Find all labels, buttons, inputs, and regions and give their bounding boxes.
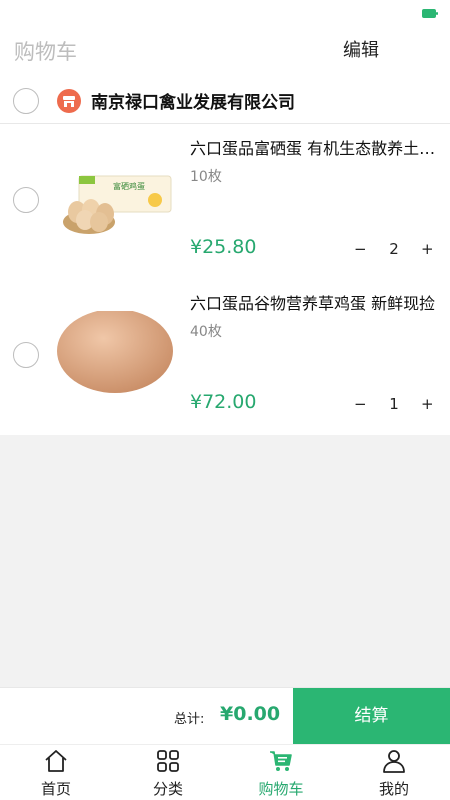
cart-item: 富硒鸡蛋 六口蛋品富硒蛋 有机生态散养土鸡蛋 10枚 ¥25.80 − 2 + <box>0 124 450 280</box>
tab-category[interactable]: 分类 <box>112 745 224 800</box>
store-icon <box>57 89 81 113</box>
item-select-radio[interactable] <box>13 342 39 368</box>
tab-label: 首页 <box>40 780 71 798</box>
decrease-button[interactable]: − <box>354 240 367 258</box>
edit-button[interactable]: 编辑 <box>343 36 379 62</box>
category-icon <box>157 750 179 772</box>
tab-mine[interactable]: 我的 <box>338 745 450 800</box>
increase-button[interactable]: + <box>421 395 434 413</box>
egg-box-image: 富硒鸡蛋 <box>55 156 175 246</box>
tab-label: 我的 <box>378 780 409 798</box>
item-price: ¥25.80 <box>190 236 257 258</box>
quantity-value: 1 <box>389 395 399 413</box>
store-select-radio[interactable] <box>13 88 39 114</box>
tab-label: 分类 <box>152 780 183 798</box>
item-spec: 40枚 <box>190 324 222 340</box>
home-icon <box>45 750 67 772</box>
tab-label: 购物车 <box>258 780 304 798</box>
checkout-bar: 总计: ¥0.00 结算 <box>0 687 450 745</box>
package-text: 富硒鸡蛋 <box>113 181 145 191</box>
quantity-value: 2 <box>389 240 399 258</box>
tab-cart[interactable]: 购物车 <box>225 745 337 800</box>
checkout-button[interactable]: 结算 <box>293 688 450 745</box>
user-icon <box>383 750 405 773</box>
total-label: 总计: <box>174 712 205 727</box>
quantity-stepper: − 2 + <box>346 240 438 262</box>
status-bar <box>0 0 450 28</box>
decrease-button[interactable]: − <box>354 395 367 413</box>
cart-item: 六口蛋品谷物营养草鸡蛋 新鲜现捡 40枚 ¥72.00 − 1 + <box>0 279 450 435</box>
item-select-radio[interactable] <box>13 187 39 213</box>
quantity-stepper: − 1 + <box>346 395 438 417</box>
tab-home[interactable]: 首页 <box>0 745 112 800</box>
increase-button[interactable]: + <box>421 240 434 258</box>
item-spec: 10枚 <box>190 169 222 185</box>
header: 购物车 编辑 <box>0 28 450 72</box>
item-price: ¥72.00 <box>190 391 257 413</box>
brown-egg-image <box>55 309 175 401</box>
cart-icon <box>270 751 292 771</box>
item-title[interactable]: 六口蛋品富硒蛋 有机生态散养土鸡蛋 <box>190 135 438 159</box>
page-title: 购物车 <box>14 40 77 64</box>
total-value: ¥0.00 <box>220 703 281 725</box>
battery-icon <box>422 9 438 18</box>
store-name: 南京禄口禽业发展有限公司 <box>91 93 295 113</box>
tab-bar: 首页 分类 购物车 我的 <box>0 744 450 800</box>
item-title[interactable]: 六口蛋品谷物营养草鸡蛋 新鲜现捡 <box>190 290 438 314</box>
store-row: 南京禄口禽业发展有限公司 <box>0 72 450 124</box>
